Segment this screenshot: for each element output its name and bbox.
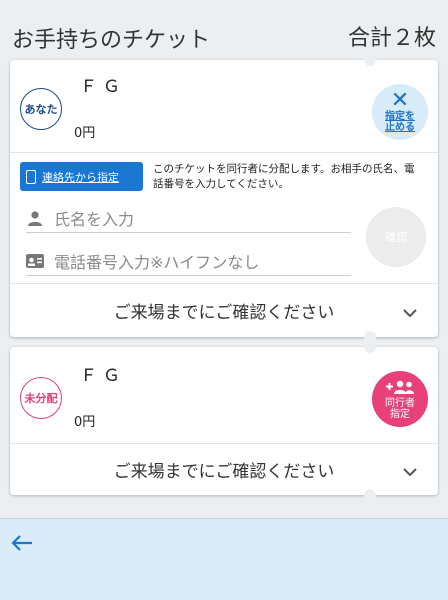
- notice-row[interactable]: ご来場までにご確認ください: [10, 444, 438, 494]
- notice-row[interactable]: ご来場までにご確認ください: [10, 285, 438, 335]
- ticket-notch: [364, 341, 376, 353]
- assign-companion-button[interactable]: 同行者 指定: [372, 371, 428, 427]
- chevron-down-icon: [402, 303, 418, 322]
- contact-button-label: 連絡先から指定: [42, 170, 119, 184]
- companion-label-1: 同行者: [385, 397, 415, 409]
- owner-badge: あなた: [20, 88, 62, 130]
- select-from-contacts-button[interactable]: 連絡先から指定: [20, 162, 143, 191]
- phone-placeholder: 電話番号入力※ハイフンなし: [54, 252, 260, 272]
- confirm-button[interactable]: 確認: [366, 207, 426, 267]
- stop-assign-button[interactable]: ✕ 指定を 止める: [372, 84, 428, 140]
- phone-field[interactable]: 電話番号入力※ハイフンなし: [26, 246, 351, 276]
- footer-bar: [0, 518, 448, 600]
- page-header: お手持ちのチケット 合計２枚: [0, 0, 448, 56]
- add-people-icon: [385, 379, 415, 398]
- phone-book-icon: [26, 169, 36, 184]
- divider: [10, 283, 438, 284]
- ticket-price: 0円: [74, 126, 96, 141]
- companion-label-2: 指定: [390, 408, 410, 420]
- divider: [10, 152, 438, 153]
- chevron-down-icon: [402, 462, 418, 481]
- name-field[interactable]: 氏名を入力: [26, 203, 351, 233]
- back-arrow-icon[interactable]: [10, 533, 34, 557]
- notice-text: ご来場までにご確認ください: [113, 302, 335, 323]
- stop-assign-label-1: 指定を: [385, 111, 415, 122]
- ticket-price: 0円: [74, 415, 96, 430]
- id-card-icon: [26, 252, 44, 270]
- ticket-notch: [364, 54, 376, 66]
- ticket-name: ＦＧ: [80, 366, 126, 386]
- stop-assign-label-2: 止める: [385, 122, 415, 133]
- ticket-total: 合計２枚: [347, 26, 436, 51]
- ticket-card-unassigned: 未分配 ＦＧ 0円 同行者 指定 ご来場までにご確認ください: [10, 341, 438, 501]
- name-placeholder: 氏名を入力: [54, 209, 135, 229]
- page-title: お手持ちのチケット: [12, 28, 211, 53]
- notice-text: ご来場までにご確認ください: [113, 461, 335, 482]
- unassigned-badge: 未分配: [20, 377, 62, 419]
- close-icon: ✕: [390, 88, 410, 113]
- person-icon: [26, 209, 44, 227]
- ticket-name: ＦＧ: [80, 77, 126, 97]
- distribute-info: このチケットを同行者に分配します。お相手の氏名、電話番号を入力してください。: [153, 163, 415, 190]
- ticket-card-assigned: あなた ＦＧ 0円 ✕ 指定を 止める 連絡先から指定 このチケットを同行者に分…: [10, 54, 438, 343]
